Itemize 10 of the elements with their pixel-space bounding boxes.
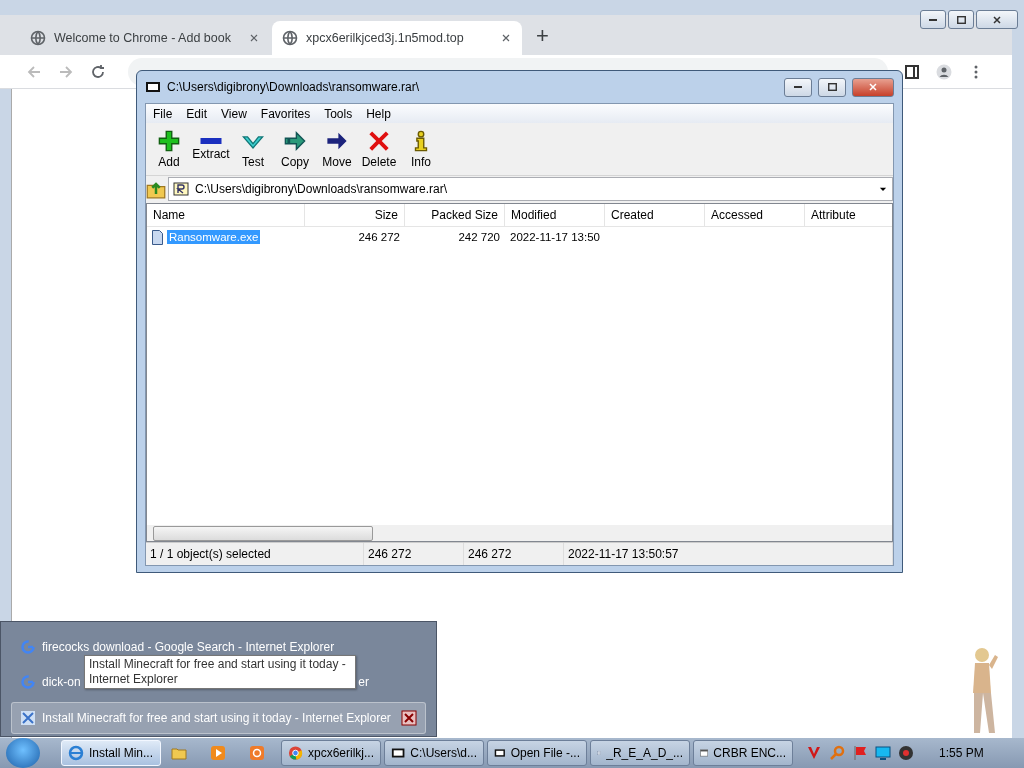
status-text: 246 272	[367, 547, 412, 561]
window-title: C:\Users\digibrony\Downloads\ransomware.rar\	[167, 80, 421, 94]
clock: 1:55 PM	[939, 746, 984, 760]
table-cell-text: 242 720	[457, 231, 501, 243]
status-text: 246 272	[467, 547, 512, 561]
tooltip: Install Minecraft for free and start using it today - Internet Explorer	[84, 655, 356, 689]
table-cell-text: 246 272	[357, 231, 401, 243]
status-text: 1 / 1 object(s) selected	[149, 547, 271, 561]
status-text: 2022-11-17 13:50:57	[567, 547, 679, 561]
table-cell-text: 2022-11-17 13:50	[509, 231, 601, 243]
